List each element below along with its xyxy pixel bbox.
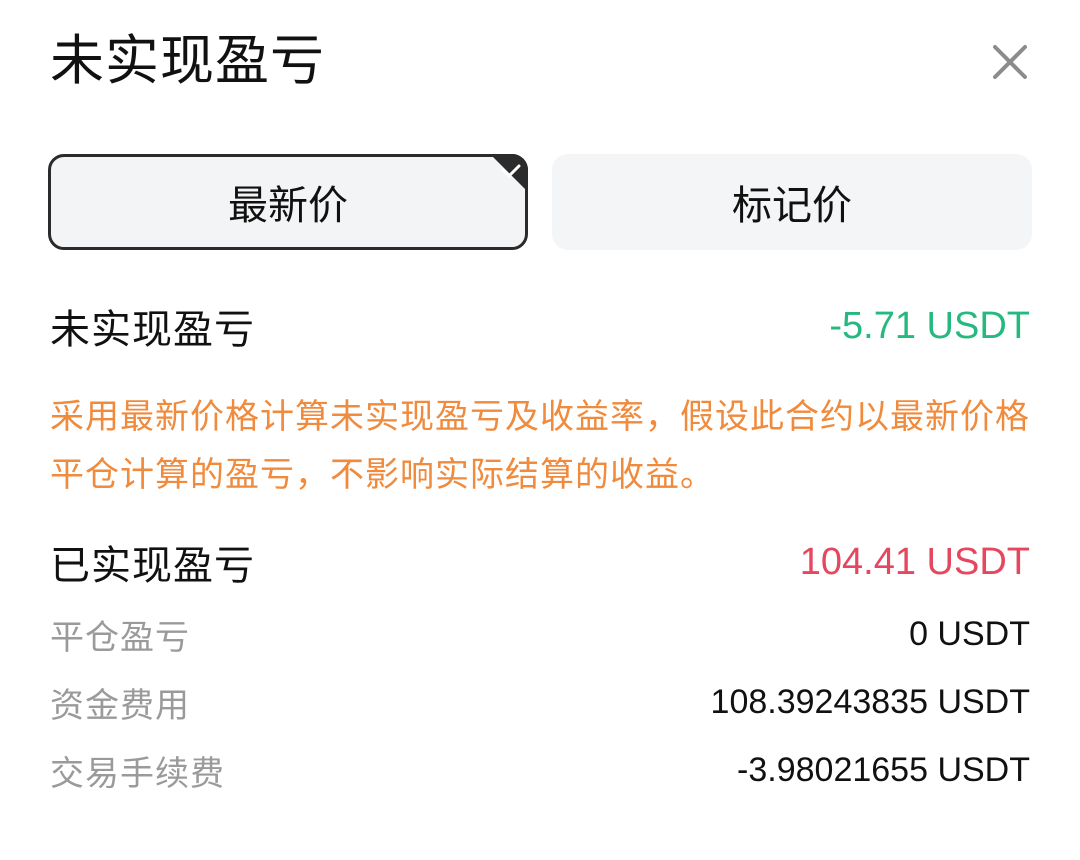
funding-fee-row: 资金费用 108.39243835 USDT [50, 678, 1030, 726]
tab-mark-price[interactable]: 标记价 [552, 154, 1032, 250]
trading-fee-row: 交易手续费 -3.98021655 USDT [50, 746, 1030, 794]
dialog-title: 未实现盈亏 [50, 29, 325, 92]
unrealized-pnl-label: 未实现盈亏 [50, 307, 255, 353]
dialog-header: 未实现盈亏 [50, 28, 1040, 98]
tab-mark-price-label: 标记价 [732, 183, 852, 229]
realized-pnl-value: 104.41 USDT [799, 540, 1030, 583]
tab-latest-price-label: 最新价 [228, 183, 348, 229]
funding-fee-value: 108.39243835 USDT [710, 682, 1030, 721]
close-position-pnl-row: 平仓盈亏 0 USDT [50, 610, 1030, 658]
unrealized-pnl-value: -5.71 USDT [829, 304, 1030, 347]
trading-fee-value: -3.98021655 USDT [737, 750, 1030, 789]
realized-pnl-label: 已实现盈亏 [50, 543, 255, 589]
unrealized-pnl-row: 未实现盈亏 -5.71 USDT [50, 298, 1030, 354]
selected-check-icon [490, 154, 528, 192]
tab-latest-price[interactable]: 最新价 [48, 154, 528, 250]
realized-pnl-row: 已实现盈亏 104.41 USDT [50, 534, 1030, 590]
close-icon[interactable] [990, 42, 1030, 82]
close-position-pnl-value: 0 USDT [909, 614, 1030, 653]
funding-fee-label: 资金费用 [50, 685, 190, 726]
close-position-pnl-label: 平仓盈亏 [50, 617, 190, 658]
price-type-tabs: 最新价 标记价 [48, 154, 1032, 250]
calculation-note: 采用最新价格计算未实现盈亏及收益率，假设此合约以最新价格平仓计算的盈亏，不影响实… [50, 397, 1030, 495]
trading-fee-label: 交易手续费 [50, 753, 225, 794]
